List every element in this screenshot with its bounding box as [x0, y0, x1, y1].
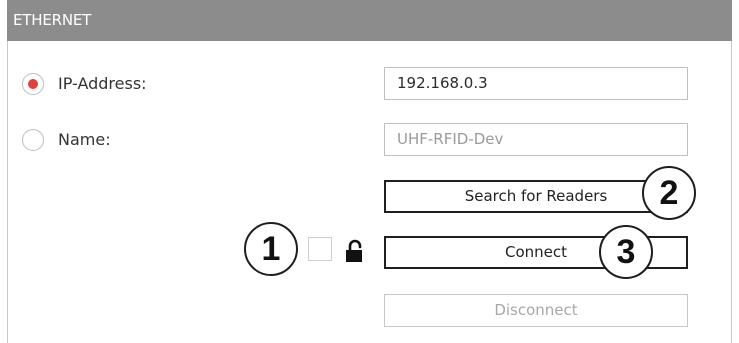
callout-3: 3	[599, 225, 653, 279]
section-header: ETHERNET	[7, 0, 732, 41]
lock-checkbox[interactable]	[308, 237, 332, 261]
ip-address-label: IP-Address:	[58, 74, 147, 93]
ethernet-panel	[7, 0, 732, 343]
unlocked-padlock-icon	[346, 239, 362, 262]
name-label: Name:	[58, 130, 111, 149]
callout-2: 2	[642, 166, 696, 220]
callout-1: 1	[244, 222, 298, 276]
radio-selected-dot	[28, 79, 38, 89]
name-radio[interactable]	[22, 129, 44, 151]
ip-address-input[interactable]: 192.168.0.3	[384, 67, 688, 100]
ip-address-radio[interactable]	[22, 73, 44, 95]
disconnect-button[interactable]: Disconnect	[384, 294, 688, 327]
name-input[interactable]: UHF-RFID-Dev	[384, 123, 688, 156]
